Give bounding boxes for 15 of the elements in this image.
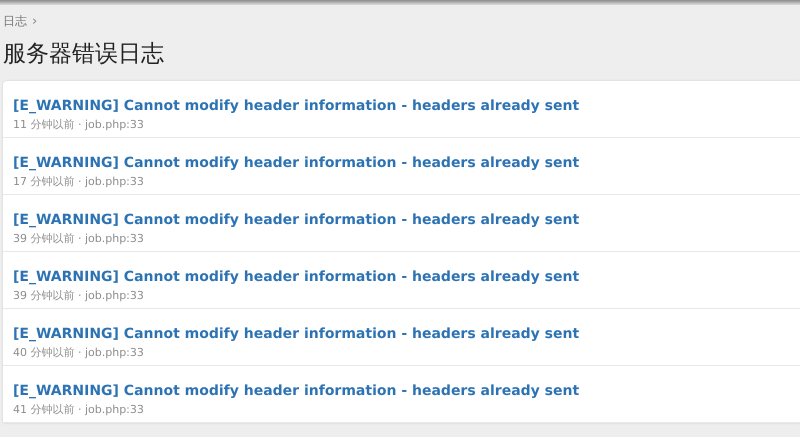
- page-title: 服务器错误日志: [3, 40, 165, 69]
- log-entry-meta: 17 分钟以前 · job.php:33: [13, 175, 145, 189]
- log-entry-link[interactable]: [E_WARNING] Cannot modify header information - headers already sent: [13, 155, 580, 172]
- breadcrumb-separator: ›: [32, 14, 38, 28]
- log-entry-meta: 41 分钟以前 · job.php:33: [13, 403, 145, 417]
- log-entry-link[interactable]: [E_WARNING] Cannot modify header information - headers already sent: [13, 383, 580, 400]
- log-entry-meta: 11 分钟以前 · job.php:33: [13, 118, 145, 132]
- log-entry-meta: 39 分钟以前 · job.php:33: [13, 289, 145, 303]
- log-entry-link[interactable]: [E_WARNING] Cannot modify header information - headers already sent: [13, 269, 580, 286]
- breadcrumb-link[interactable]: 日志: [3, 12, 27, 30]
- log-entry-link[interactable]: [E_WARNING] Cannot modify header information - headers already sent: [13, 212, 580, 229]
- log-entry-meta: 40 分钟以前 · job.php:33: [13, 346, 145, 360]
- log-entry-meta: 39 分钟以前 · job.php:33: [13, 232, 145, 246]
- log-entry-link[interactable]: [E_WARNING] Cannot modify header information - headers already sent: [13, 98, 580, 115]
- log-entry-link[interactable]: [E_WARNING] Cannot modify header information - headers already sent: [13, 326, 580, 343]
